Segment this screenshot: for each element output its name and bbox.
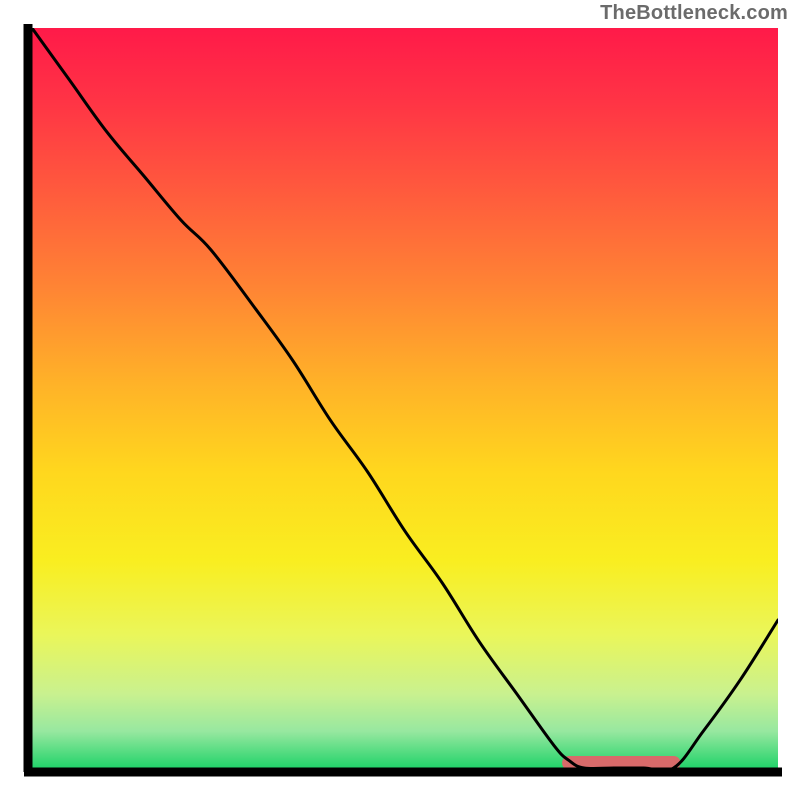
- chart-container: TheBottleneck.com: [0, 0, 800, 800]
- bottleneck-chart: [0, 0, 800, 800]
- attribution-text: TheBottleneck.com: [600, 2, 788, 25]
- gradient-background: [32, 28, 778, 768]
